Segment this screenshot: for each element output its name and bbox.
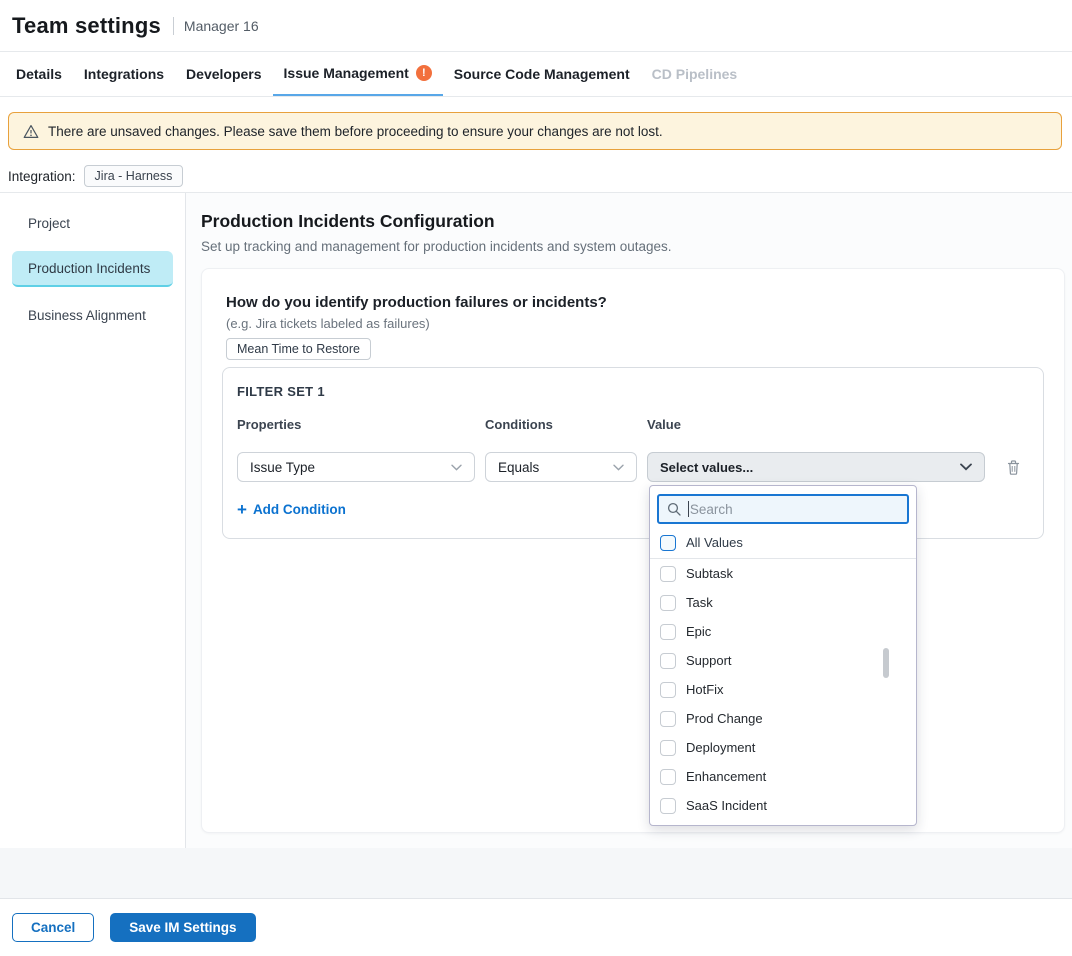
value-dropdown-panel: All Values Subtask Task	[649, 485, 917, 826]
integration-row: Integration: Jira - Harness	[8, 163, 183, 189]
question-hint: (e.g. Jira tickets labeled as failures)	[226, 316, 430, 331]
main-content: Production Incidents Configuration Set u…	[186, 193, 1072, 848]
value-select[interactable]: Select values...	[647, 452, 985, 482]
chevron-down-icon	[613, 464, 624, 471]
properties-column-label: Properties	[237, 417, 485, 432]
option-epic[interactable]: Epic	[657, 617, 909, 646]
integration-label: Integration:	[8, 169, 76, 184]
option-customer-notification[interactable]: Customer Notification	[657, 820, 909, 826]
checkbox[interactable]	[660, 769, 676, 785]
checkbox[interactable]	[660, 566, 676, 582]
section-subtitle: Set up tracking and management for produ…	[201, 239, 672, 254]
option-all-values[interactable]: All Values	[657, 527, 909, 558]
sidebar: Project Production Incidents Business Al…	[0, 193, 186, 848]
unsaved-warning-badge-icon: !	[416, 65, 432, 81]
plus-icon: +	[237, 501, 247, 518]
filter-set-1: FILTER SET 1 Properties Conditions Value…	[222, 367, 1044, 539]
page-title: Team settings	[12, 13, 161, 39]
checkbox[interactable]	[660, 595, 676, 611]
sidebar-item-business-alignment[interactable]: Business Alignment	[12, 297, 173, 333]
text-cursor	[688, 501, 689, 517]
chevron-down-icon	[960, 463, 972, 471]
cancel-button[interactable]: Cancel	[12, 913, 94, 942]
tab-source-code-management[interactable]: Source Code Management	[443, 52, 641, 96]
banner-text: There are unsaved changes. Please save t…	[48, 124, 663, 139]
delete-filter-button[interactable]	[1006, 459, 1021, 476]
checkbox[interactable]	[660, 740, 676, 756]
option-subtask[interactable]: Subtask	[657, 559, 909, 588]
title-divider	[173, 17, 174, 35]
checkbox[interactable]	[660, 711, 676, 727]
warning-triangle-icon	[23, 124, 39, 139]
conditions-select[interactable]: Equals	[485, 452, 637, 482]
scrollbar-thumb[interactable]	[883, 648, 889, 678]
option-prod-change[interactable]: Prod Change	[657, 704, 909, 733]
tab-bar: Details Integrations Developers Issue Ma…	[0, 52, 1072, 97]
search-input[interactable]	[690, 502, 899, 517]
add-condition-button[interactable]: + Add Condition	[237, 501, 346, 518]
tab-cd-pipelines: CD Pipelines	[641, 52, 749, 96]
team-settings-page: Team settings Manager 16 Details Integra…	[0, 0, 1072, 956]
filter-row: Issue Type Equals Select values...	[237, 452, 1021, 482]
properties-select[interactable]: Issue Type	[237, 452, 475, 482]
chevron-down-icon	[451, 464, 462, 471]
tab-developers[interactable]: Developers	[175, 52, 272, 96]
metric-chip-mttr[interactable]: Mean Time to Restore	[226, 338, 371, 360]
tab-issue-management[interactable]: Issue Management !	[273, 52, 443, 96]
checkbox[interactable]	[660, 682, 676, 698]
checkbox[interactable]	[660, 653, 676, 669]
value-select-wrap: Select values...	[647, 452, 985, 482]
footer-actions: Cancel Save IM Settings	[0, 899, 1072, 956]
option-hotfix[interactable]: HotFix	[657, 675, 909, 704]
all-values-checkbox[interactable]	[660, 535, 676, 551]
header: Team settings Manager 16	[0, 0, 1072, 52]
question-heading: How do you identify production failures …	[226, 294, 607, 311]
option-task[interactable]: Task	[657, 588, 909, 617]
option-deployment[interactable]: Deployment	[657, 733, 909, 762]
filter-column-labels: Properties Conditions Value	[237, 417, 681, 432]
section-title: Production Incidents Configuration	[201, 211, 495, 232]
value-column-label: Value	[647, 417, 681, 432]
unsaved-changes-banner: There are unsaved changes. Please save t…	[8, 112, 1062, 150]
content-end-strip	[0, 848, 1072, 899]
save-im-settings-button[interactable]: Save IM Settings	[110, 913, 255, 942]
team-name: Manager 16	[184, 18, 259, 34]
filter-set-title: FILTER SET 1	[237, 384, 325, 399]
option-enhancement[interactable]: Enhancement	[657, 762, 909, 791]
option-support[interactable]: Support	[657, 646, 909, 675]
checkbox[interactable]	[660, 624, 676, 640]
integration-chip[interactable]: Jira - Harness	[84, 165, 184, 187]
option-saas-incident[interactable]: SaaS Incident	[657, 791, 909, 820]
checkbox[interactable]	[660, 798, 676, 814]
sidebar-item-project[interactable]: Project	[12, 205, 173, 241]
conditions-column-label: Conditions	[485, 417, 647, 432]
sidebar-item-production-incidents[interactable]: Production Incidents	[12, 251, 173, 287]
trash-icon	[1006, 459, 1021, 476]
incidents-config-card: How do you identify production failures …	[201, 268, 1065, 833]
tab-integrations[interactable]: Integrations	[73, 52, 175, 96]
search-icon	[667, 502, 681, 516]
dropdown-search[interactable]	[657, 494, 909, 524]
tab-details[interactable]: Details	[5, 52, 73, 96]
